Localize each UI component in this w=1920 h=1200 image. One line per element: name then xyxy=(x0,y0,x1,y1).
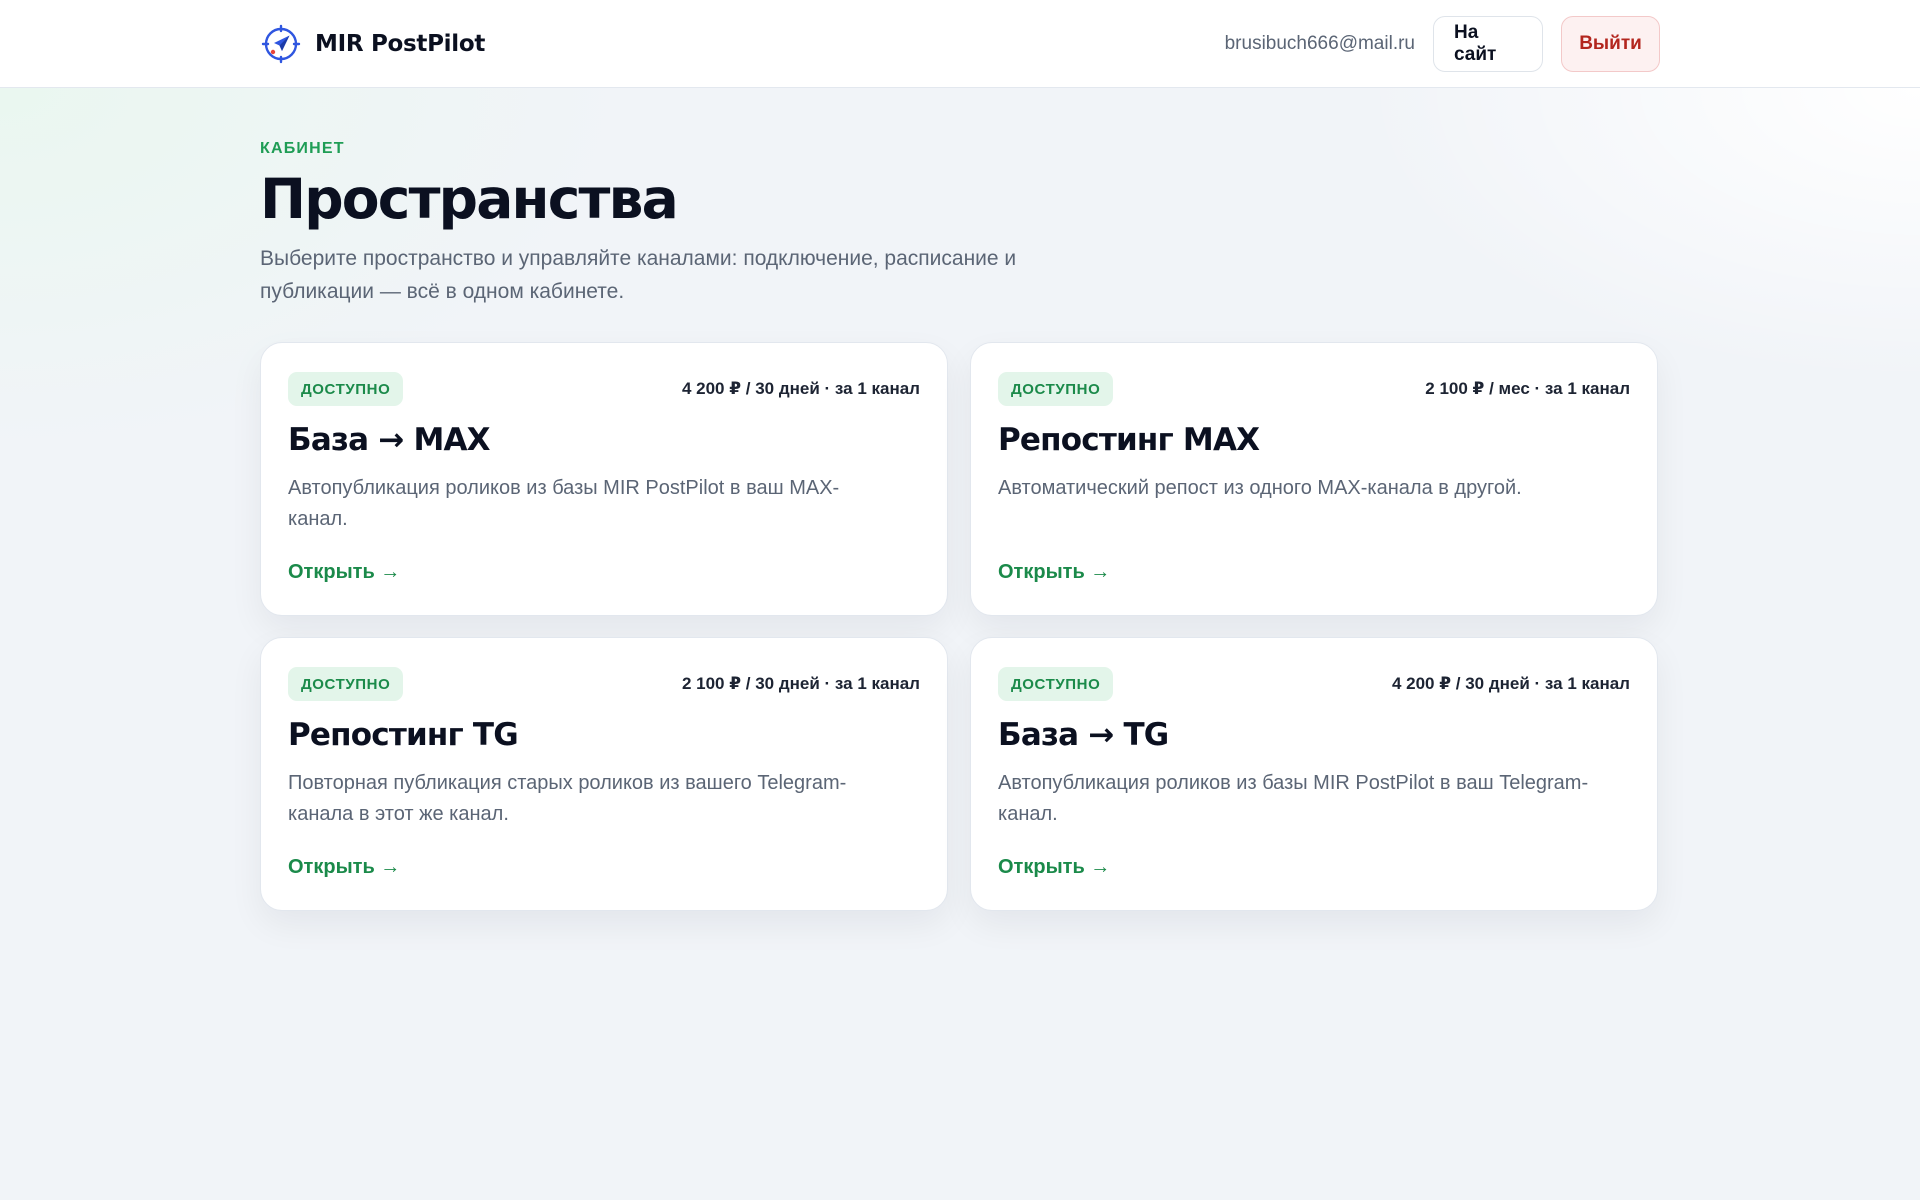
status-badge: ДОСТУПНО xyxy=(288,372,404,406)
card-title: Репостинг MAX xyxy=(998,422,1260,458)
card-title: Репостинг TG xyxy=(288,717,519,753)
open-link[interactable]: Открыть → xyxy=(288,856,400,879)
section-eyebrow: КАБИНЕТ xyxy=(260,140,345,157)
status-badge: ДОСТУПНО xyxy=(998,372,1114,406)
price-label: 2 100 ₽ / 30 дней · за 1 канал xyxy=(681,674,920,693)
header-actions: brusibuch666@mail.ru На сайт Выйти xyxy=(1225,16,1660,72)
top-bar: MIR PostPilot brusibuch666@mail.ru На са… xyxy=(0,0,1920,88)
open-link[interactable]: Открыть → xyxy=(998,856,1110,879)
compass-plane-icon xyxy=(261,24,301,64)
price-label: 2 100 ₽ / мес · за 1 канал xyxy=(1425,379,1630,398)
to-site-button[interactable]: На сайт xyxy=(1433,16,1543,72)
open-link[interactable]: Открыть → xyxy=(288,561,400,584)
card-description: Повторная публикация старых роликов из в… xyxy=(288,772,847,825)
logout-button[interactable]: Выйти xyxy=(1561,16,1660,72)
space-card-reposting-tg[interactable]: ДОСТУПНО 2 100 ₽ / 30 дней · за 1 канал … xyxy=(260,637,948,911)
price-label: 4 200 ₽ / 30 дней · за 1 канал xyxy=(681,379,920,398)
price-label: 4 200 ₽ / 30 дней · за 1 канал xyxy=(1391,674,1630,693)
card-description: Автоматический репост из одного MAX-кана… xyxy=(998,477,1522,499)
card-title: База → MAX xyxy=(288,422,491,458)
open-link[interactable]: Открыть → xyxy=(998,561,1110,584)
status-badge: ДОСТУПНО xyxy=(288,667,404,701)
page-title: Пространства xyxy=(260,167,679,231)
user-email: brusibuch666@mail.ru xyxy=(1224,33,1415,54)
page-description: Выберите пространство и управляйте канал… xyxy=(260,247,1017,303)
card-description: Автопубликация роликов из базы MIR PostP… xyxy=(288,477,840,530)
space-card-reposting-max[interactable]: ДОСТУПНО 2 100 ₽ / мес · за 1 канал Репо… xyxy=(970,342,1658,616)
card-title: База → TG xyxy=(998,717,1169,753)
status-badge: ДОСТУПНО xyxy=(998,667,1114,701)
brand-name: MIR PostPilot xyxy=(315,31,486,57)
space-card-base-tg[interactable]: ДОСТУПНО 4 200 ₽ / 30 дней · за 1 канал … xyxy=(970,637,1658,911)
card-description: Автопубликация роликов из базы MIR PostP… xyxy=(998,772,1589,825)
brand-logo[interactable]: MIR PostPilot xyxy=(261,23,485,65)
spaces-grid: ДОСТУПНО 4 200 ₽ / 30 дней · за 1 канал … xyxy=(260,342,1660,911)
space-card-base-max[interactable]: ДОСТУПНО 4 200 ₽ / 30 дней · за 1 канал … xyxy=(260,342,948,616)
